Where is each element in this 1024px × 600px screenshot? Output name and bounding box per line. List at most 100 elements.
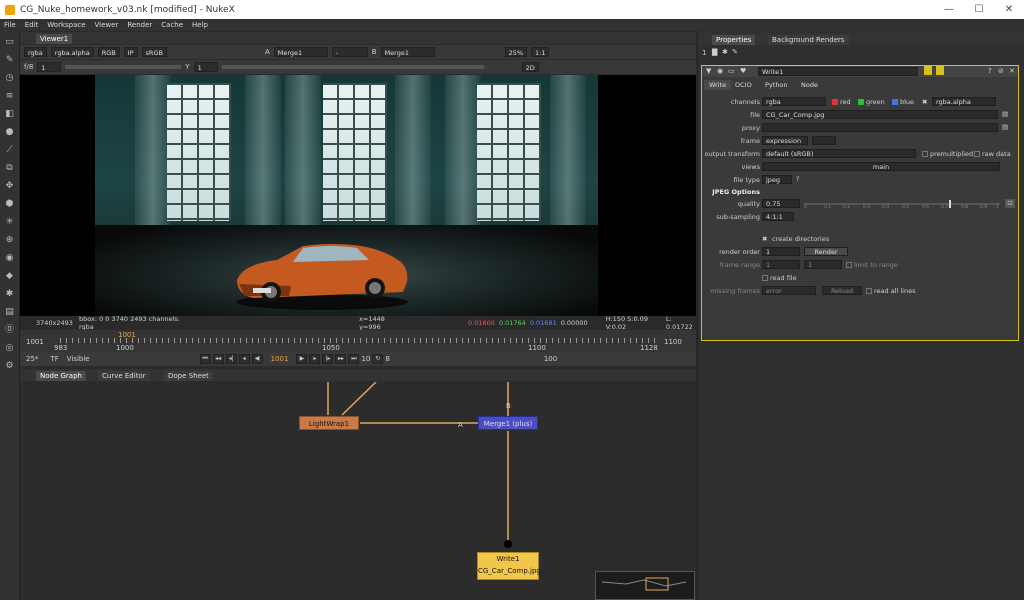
frame-expression-field[interactable]: [812, 136, 836, 145]
channel-tool-icon[interactable]: ≡: [4, 90, 16, 102]
lock-icon[interactable]: ▇: [712, 48, 717, 56]
minimize-button[interactable]: —: [934, 4, 964, 15]
file-browser-icon[interactable]: ▤: [1002, 110, 1008, 118]
quality-slider-handle[interactable]: [949, 200, 951, 208]
node-tile-color-icon[interactable]: [924, 66, 932, 75]
subtab-node[interactable]: Node: [796, 80, 823, 90]
settings-tool-icon[interactable]: ⚙: [4, 360, 16, 372]
furnace-tool-icon[interactable]: ⓪: [4, 324, 16, 336]
file-path-field[interactable]: CG_Car_Comp.jpg: [762, 110, 998, 119]
tab-node-graph[interactable]: Node Graph: [36, 371, 86, 381]
toolsets-tool-icon[interactable]: ✱: [4, 288, 16, 300]
read-all-lines-checkbox[interactable]: [866, 288, 872, 294]
node-viewer-icon[interactable]: ▭: [728, 67, 735, 75]
transform-tool-icon[interactable]: ✥: [4, 180, 16, 192]
proxy-path-field[interactable]: [762, 123, 998, 132]
merge-node[interactable]: Merge1 (plus): [478, 416, 538, 430]
next-key-button[interactable]: ▸▸: [335, 354, 347, 364]
channels-dropdown[interactable]: rgba: [762, 97, 826, 106]
last-frame-button[interactable]: ⏭: [348, 354, 360, 364]
edit-icon[interactable]: ✎: [732, 48, 738, 56]
node-gl-color-icon[interactable]: [936, 66, 944, 75]
alpha-channel-dropdown[interactable]: rgba.alpha: [932, 97, 996, 106]
first-frame-button[interactable]: ⏮: [199, 354, 211, 364]
gamma-field[interactable]: 1: [193, 62, 218, 72]
render-button[interactable]: Render: [804, 247, 848, 256]
subtab-write[interactable]: Write: [704, 80, 732, 90]
frame-mode-dropdown[interactable]: expression: [762, 136, 808, 145]
render-order-field[interactable]: 1: [762, 247, 800, 256]
rgb-dropdown[interactable]: RGB: [97, 47, 120, 57]
prev-key-button[interactable]: ◂◂: [212, 354, 224, 364]
views-dropdown[interactable]: main: [762, 162, 1000, 171]
read-file-checkbox[interactable]: [762, 275, 768, 281]
subtab-ocio[interactable]: OCIO: [730, 80, 757, 90]
alpha-dropdown[interactable]: rgba.alpha: [50, 47, 94, 57]
red-checkbox[interactable]: [832, 99, 838, 105]
ip-button[interactable]: IP: [123, 47, 138, 57]
other-tool-icon[interactable]: ▤: [4, 306, 16, 318]
maximize-button[interactable]: ☐: [964, 4, 994, 15]
proxy-browser-icon[interactable]: ▤: [1002, 123, 1008, 131]
green-checkbox[interactable]: [858, 99, 864, 105]
create-directories-checkbox[interactable]: ✖: [762, 235, 767, 243]
increment-field[interactable]: 10: [361, 355, 370, 363]
reload-button[interactable]: Reload: [822, 286, 862, 295]
collapse-icon[interactable]: ✱: [722, 48, 728, 56]
frame-range-start-field[interactable]: 1: [762, 260, 800, 269]
prev-frame-button[interactable]: ◂: [238, 354, 250, 364]
node-name-field[interactable]: Write1: [758, 67, 918, 76]
visible-dropdown[interactable]: Visible: [67, 355, 90, 363]
close-panel-icon[interactable]: ✕: [1009, 67, 1015, 75]
close-button[interactable]: ✕: [994, 4, 1024, 15]
alpha-checkbox[interactable]: ✖: [922, 98, 927, 106]
menu-cache[interactable]: Cache: [161, 21, 183, 29]
next-frame-button[interactable]: ▸: [309, 354, 321, 364]
zoom-dropdown[interactable]: 25%: [504, 47, 528, 57]
frame-count-field[interactable]: 100: [544, 355, 557, 363]
timeline[interactable]: 1001 1001 983 1000 1050 1100 1128 1100: [20, 330, 696, 352]
subtab-python[interactable]: Python: [760, 80, 793, 90]
quality-field[interactable]: 0.75: [762, 199, 800, 208]
write-node[interactable]: Write1 CG_Car_Comp.jpg: [477, 552, 541, 580]
gamma-slider[interactable]: [221, 65, 484, 69]
node-settings-icon[interactable]: ♥: [740, 67, 746, 75]
compare-op-dropdown[interactable]: -: [331, 47, 368, 57]
gain-slider[interactable]: [65, 65, 182, 69]
play-forward-button[interactable]: ▶: [296, 354, 308, 364]
colorspace-dropdown[interactable]: sRGB: [141, 47, 167, 57]
filter-tool-icon[interactable]: ●: [4, 126, 16, 138]
ocula-tool-icon[interactable]: ◎: [4, 342, 16, 354]
node-color-icon[interactable]: ◉: [717, 67, 723, 75]
tab-curve-editor[interactable]: Curve Editor: [98, 371, 150, 381]
view-mode-dropdown[interactable]: 2D: [521, 62, 539, 72]
skip-field[interactable]: 8: [385, 355, 389, 363]
file-type-dropdown[interactable]: jpeg: [762, 175, 792, 184]
tab-dope-sheet[interactable]: Dope Sheet: [164, 371, 213, 381]
prev-increment-button[interactable]: ◂|: [225, 354, 237, 364]
play-backward-button[interactable]: ◀: [251, 354, 263, 364]
draw-tool-icon[interactable]: ✎: [4, 54, 16, 66]
timeline-ruler[interactable]: [60, 338, 656, 343]
gain-field[interactable]: 1: [37, 62, 62, 72]
panel-count[interactable]: 1: [702, 49, 706, 57]
collapse-arrow-icon[interactable]: ▼: [706, 67, 711, 75]
fps-field[interactable]: 25*: [26, 355, 38, 363]
tab-viewer1[interactable]: Viewer1: [36, 34, 73, 44]
particles-tool-icon[interactable]: ✳: [4, 216, 16, 228]
node-graph-minimap[interactable]: [595, 571, 695, 600]
lightwrap-node[interactable]: LightWrap1: [299, 416, 359, 430]
help-icon[interactable]: ?: [988, 67, 992, 75]
deep-tool-icon[interactable]: ⊕: [4, 234, 16, 246]
channels-dropdown[interactable]: rgba: [24, 47, 47, 57]
menu-viewer[interactable]: Viewer: [95, 21, 119, 29]
tf-dropdown[interactable]: TF: [50, 355, 58, 363]
merge-tool-icon[interactable]: ⧉: [4, 162, 16, 174]
metadata-tool-icon[interactable]: ◆: [4, 270, 16, 282]
loop-button[interactable]: ↻: [372, 354, 384, 364]
tab-properties[interactable]: Properties: [712, 35, 756, 45]
frame-range-end-field[interactable]: 1: [804, 260, 842, 269]
menu-edit[interactable]: Edit: [25, 21, 39, 29]
ratio-dropdown[interactable]: 1:1: [531, 47, 550, 57]
output-transform-dropdown[interactable]: default (sRGB): [762, 149, 916, 158]
